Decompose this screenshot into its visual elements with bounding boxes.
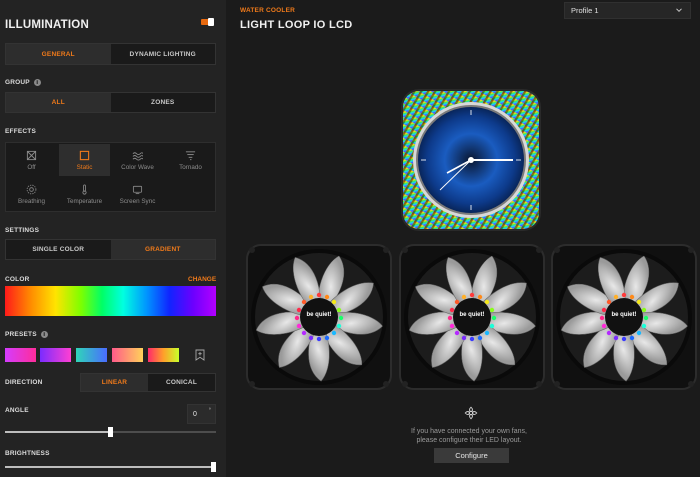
illumination-tabs: GENERAL DYNAMIC LIGHTING: [5, 43, 216, 65]
configure-button[interactable]: Configure: [434, 448, 509, 463]
angle-label: ANGLE: [5, 407, 29, 414]
breathing-icon: [26, 184, 37, 194]
fan-config-icon: [464, 406, 478, 420]
info-icon[interactable]: i: [33, 79, 41, 86]
fan-3-logo: be quiet!: [611, 312, 637, 318]
tornado-icon: [185, 150, 196, 160]
info-icon[interactable]: i: [40, 331, 48, 338]
pump-head-illustration[interactable]: [396, 85, 546, 235]
effect-static-label: Static: [76, 163, 93, 171]
brightness-slider-fill: [5, 466, 214, 468]
direction-selector: LINEAR CONICAL: [80, 373, 216, 392]
gradient-option[interactable]: GRADIENT: [110, 240, 215, 259]
gradient-color-bar[interactable]: [5, 286, 216, 316]
profile-value: Profile 1: [571, 6, 599, 15]
tab-dynamic-lighting[interactable]: DYNAMIC LIGHTING: [111, 44, 216, 64]
tab-general[interactable]: GENERAL: [6, 44, 111, 64]
preset-swatch[interactable]: [76, 348, 107, 362]
group-all-option[interactable]: ALL: [6, 93, 111, 112]
static-icon: [79, 150, 90, 160]
brightness-label: BRIGHTNESS: [5, 450, 50, 457]
effect-color-wave[interactable]: Color Wave: [112, 144, 163, 176]
effect-tornado[interactable]: Tornado: [165, 144, 216, 176]
group-selector: ALL ZONES: [5, 92, 216, 113]
chevron-down-icon: [676, 8, 682, 13]
effect-off[interactable]: Off: [6, 144, 57, 176]
illumination-toggle[interactable]: [201, 18, 214, 26]
effect-screen-sync-label: Screen Sync: [119, 197, 156, 205]
angle-slider-fill: [5, 431, 111, 433]
sidebar-title: ILLUMINATION: [5, 19, 89, 31]
effect-temperature[interactable]: Temperature: [59, 178, 110, 210]
effect-breathing-label: Breathing: [18, 197, 45, 205]
angle-slider-thumb[interactable]: [108, 427, 113, 437]
angle-slider[interactable]: [5, 427, 216, 437]
profile-dropdown[interactable]: Profile 1: [564, 2, 691, 19]
single-color-option[interactable]: SINGLE COLOR: [6, 240, 111, 259]
conical-option[interactable]: CONICAL: [148, 374, 215, 391]
effect-temperature-label: Temperature: [66, 197, 103, 205]
effects-label: EFFECTS: [5, 128, 37, 135]
change-color-link[interactable]: CHANGE: [188, 276, 216, 283]
effect-color-wave-label: Color Wave: [121, 163, 154, 171]
fan-1-logo: be quiet!: [306, 312, 332, 318]
group-zones-option[interactable]: ZONES: [111, 93, 216, 112]
effect-tornado-label: Tornado: [179, 163, 202, 171]
group-label: GROUP i: [5, 79, 41, 86]
off-icon: [26, 150, 37, 160]
preset-swatch[interactable]: [112, 348, 143, 362]
brightness-slider-thumb[interactable]: [211, 462, 216, 472]
effect-static[interactable]: Static: [59, 144, 110, 176]
screen-sync-icon: [132, 185, 143, 194]
fan-config-hint: If you have connected your own fans, ple…: [411, 428, 527, 444]
effects-grid: Off Static Color Wave Tornado Breathing …: [5, 142, 216, 212]
effect-breathing[interactable]: Breathing: [6, 178, 57, 210]
color-label: COLOR: [5, 276, 30, 283]
illumination-sidebar: ILLUMINATION GENERAL DYNAMIC LIGHTING GR…: [0, 0, 226, 477]
effect-off-label: Off: [27, 163, 36, 171]
preset-swatch[interactable]: [5, 348, 36, 362]
settings-selector: SINGLE COLOR GRADIENT: [5, 239, 216, 260]
preset-swatch[interactable]: [40, 348, 71, 362]
color-wave-icon: [132, 151, 143, 160]
effect-screen-sync[interactable]: Screen Sync: [112, 178, 163, 210]
angle-unit: °: [208, 408, 211, 414]
fan-2-logo: be quiet!: [459, 312, 485, 318]
device-preview-area: WATER COOLER LIGHT LOOP IO LCD Profile 1: [226, 0, 700, 477]
angle-input[interactable]: 0 °: [187, 404, 216, 424]
presets-label: PRESETS i: [5, 331, 48, 338]
linear-option[interactable]: LINEAR: [81, 374, 148, 391]
preset-swatch[interactable]: [148, 348, 179, 362]
direction-label: DIRECTION: [5, 379, 43, 386]
device-title: LIGHT LOOP IO LCD: [240, 19, 353, 31]
device-category: WATER COOLER: [240, 7, 295, 14]
angle-value: 0: [193, 410, 197, 418]
save-preset-icon[interactable]: [195, 349, 205, 361]
settings-label: SETTINGS: [5, 227, 40, 234]
temperature-icon: [82, 184, 87, 195]
brightness-slider[interactable]: [5, 462, 216, 472]
